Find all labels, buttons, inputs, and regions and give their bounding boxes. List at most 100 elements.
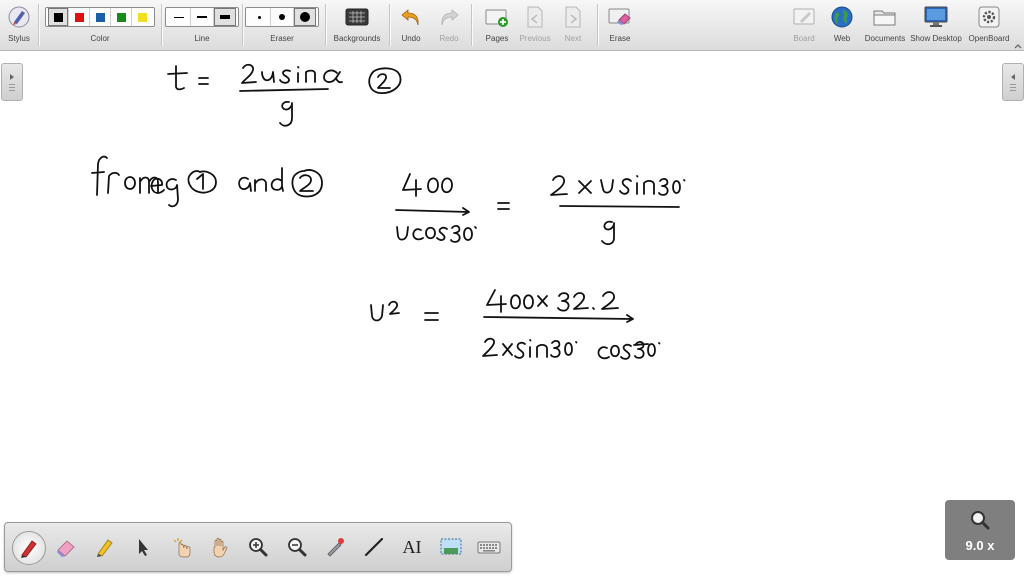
openboard-button[interactable]: OpenBoard: [966, 0, 1012, 50]
backgrounds-label: Backgrounds: [333, 34, 381, 43]
laser-pointer-icon: [327, 538, 344, 557]
keyboard-icon: [477, 541, 501, 554]
pen-icon: [21, 540, 37, 558]
eraser-size-picker: [245, 7, 319, 27]
line-thick-option[interactable]: [214, 8, 236, 26]
backgrounds-button[interactable]: Backgrounds: [330, 0, 384, 50]
selector-icon: [139, 539, 148, 556]
pages-label: Pages: [485, 34, 509, 43]
pages-button[interactable]: Pages: [480, 0, 514, 50]
hand-icon: [213, 537, 228, 558]
documents-button[interactable]: Documents: [862, 0, 908, 50]
next-page-icon: [563, 0, 583, 34]
color-label: Color: [90, 34, 110, 43]
eraser-group: Eraser: [245, 0, 319, 50]
line-icon: [364, 537, 384, 557]
gear-icon: [977, 0, 1001, 34]
eraser-tool-button[interactable]: [50, 531, 82, 563]
board-button[interactable]: Board: [789, 0, 819, 50]
zoom-in-tool-button[interactable]: [242, 531, 274, 563]
zoom-indicator[interactable]: 9.0 x: [945, 500, 1015, 560]
documents-label: Documents: [864, 34, 906, 43]
web-button[interactable]: Web: [829, 0, 855, 50]
interactor-tool-button[interactable]: [165, 531, 197, 563]
color-red-swatch[interactable]: [69, 8, 90, 26]
zoom-out-icon: [288, 538, 307, 557]
previous-label: Previous: [519, 34, 551, 43]
undo-icon: [399, 0, 423, 34]
board-label: Board: [793, 34, 815, 43]
folder-icon: [872, 0, 898, 34]
next-button[interactable]: Next: [557, 0, 589, 50]
redo-icon: [437, 0, 461, 34]
toolbar-collapse-chevron-icon[interactable]: [1013, 38, 1023, 49]
selector-tool-button[interactable]: [127, 531, 159, 563]
color-yellow-swatch[interactable]: [132, 8, 152, 26]
tool-palette: AI: [4, 522, 512, 572]
left-panel-toggle[interactable]: [1, 63, 23, 101]
capture-icon: [440, 538, 462, 555]
stylus-button[interactable]: Stylus: [4, 0, 34, 50]
equation-t-ink: [167, 63, 402, 127]
next-label: Next: [564, 34, 582, 43]
line-medium-option[interactable]: [191, 8, 214, 26]
board-icon: [792, 0, 816, 34]
from-eq-1-and-2-ink: [91, 155, 323, 208]
add-page-icon: [484, 0, 510, 34]
whiteboard-canvas[interactable]: [0, 51, 1024, 576]
highlighter-icon: [97, 539, 113, 557]
undo-button[interactable]: Undo: [396, 0, 426, 50]
text-tool-button[interactable]: AI: [396, 531, 428, 563]
stylus-label: Stylus: [8, 34, 30, 43]
magnifier-icon: [971, 510, 990, 529]
previous-button[interactable]: Previous: [517, 0, 553, 50]
eraser-icon: [57, 540, 75, 557]
line-group: Line: [165, 0, 239, 50]
interactor-icon: [173, 538, 191, 558]
erase-button[interactable]: Erase: [605, 0, 635, 50]
handwritten-ink-layer: [91, 63, 686, 360]
pen-tool-button[interactable]: [12, 531, 46, 565]
redo-label: Redo: [439, 34, 459, 43]
eraser-large-option[interactable]: [294, 8, 316, 26]
chevron-right-icon: [10, 73, 14, 80]
eraser-medium-option[interactable]: [271, 8, 294, 26]
line-width-picker: [165, 7, 239, 27]
laser-pointer-tool-button[interactable]: [319, 531, 351, 563]
chevron-left-icon: [1011, 73, 1015, 80]
color-blue-swatch[interactable]: [90, 8, 111, 26]
equation-ratio-ink: [395, 173, 686, 245]
eraser-label: Eraser: [270, 34, 294, 43]
eraser-small-option[interactable]: [248, 8, 271, 26]
text-tool-label: AI: [402, 536, 422, 557]
backgrounds-icon: [345, 0, 369, 34]
capture-tool-button[interactable]: [435, 531, 467, 563]
color-picker: [45, 7, 155, 27]
zoom-level-text: 9.0 x: [965, 537, 995, 553]
stylus-icon: [7, 0, 31, 34]
globe-icon: [830, 0, 854, 34]
color-green-swatch[interactable]: [111, 8, 132, 26]
color-group: Color: [44, 0, 156, 50]
hand-tool-button[interactable]: [204, 531, 236, 563]
erase-label: Erase: [609, 34, 631, 43]
show-desktop-button[interactable]: Show Desktop: [908, 0, 964, 50]
zoom-in-icon: [249, 538, 268, 557]
color-black-swatch[interactable]: [48, 8, 69, 26]
keyboard-tool-button[interactable]: [473, 531, 505, 563]
desktop-monitor-icon: [923, 0, 949, 34]
equation-u-squared-ink: [370, 289, 661, 360]
top-toolbar: Stylus Color Line Eraser Backgrounds Und…: [0, 0, 1024, 51]
line-tool-button[interactable]: [358, 531, 390, 563]
erase-board-icon: [607, 0, 633, 34]
highlighter-tool-button[interactable]: [89, 531, 121, 563]
previous-page-icon: [525, 0, 545, 34]
zoom-out-tool-button[interactable]: [281, 531, 313, 563]
line-thin-option[interactable]: [168, 8, 191, 26]
redo-button[interactable]: Redo: [434, 0, 464, 50]
web-label: Web: [833, 34, 851, 43]
undo-label: Undo: [401, 34, 421, 43]
right-panel-toggle[interactable]: [1002, 63, 1024, 101]
openboard-label: OpenBoard: [968, 34, 1010, 43]
line-label: Line: [194, 34, 210, 43]
